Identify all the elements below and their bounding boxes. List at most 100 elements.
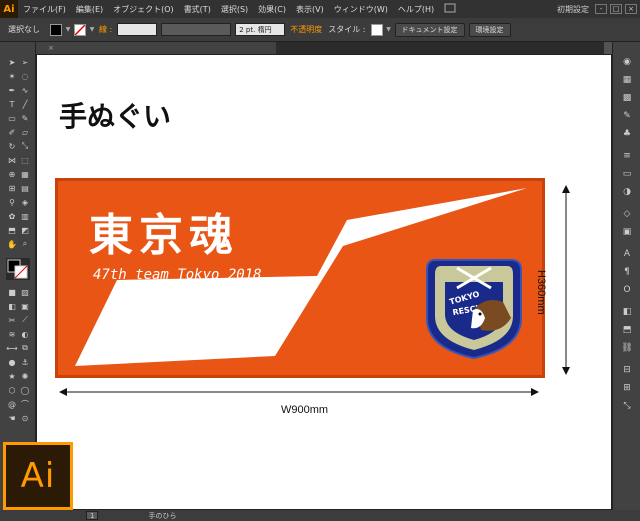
appearance-panel-icon[interactable]: ◇ — [621, 208, 633, 220]
magnify-tool-icon[interactable]: ⊙ — [19, 412, 31, 424]
mesh-tool-icon[interactable]: ⊞ — [6, 182, 18, 194]
color-mode-icon[interactable]: ■ — [6, 286, 18, 298]
maximize-button[interactable]: □ — [610, 4, 622, 14]
graphic-styles-panel-icon[interactable]: ▣ — [621, 226, 633, 238]
paintbrush-tool-icon[interactable]: ✎ — [19, 112, 31, 124]
chevron-down-icon[interactable]: ▼ — [88, 24, 96, 36]
type-tool-icon[interactable]: T — [6, 98, 18, 110]
symbols-panel-icon[interactable]: ♣ — [621, 128, 633, 140]
fill-stroke-icon[interactable] — [6, 258, 30, 280]
shape-builder-tool-icon[interactable]: ⊕ — [6, 168, 18, 180]
perspective-grid-tool-icon[interactable]: ▦ — [19, 168, 31, 180]
menu-help[interactable]: ヘルプ(H) — [393, 4, 439, 15]
gradient-mode-icon[interactable]: ▨ — [19, 286, 31, 298]
warp-tool-icon[interactable]: ≋ — [6, 328, 18, 340]
gradient-panel-icon[interactable]: ▭ — [621, 168, 633, 180]
paragraph-panel-icon[interactable]: ¶ — [621, 266, 633, 278]
stroke-weight-field[interactable] — [117, 23, 158, 36]
line-tool-icon[interactable]: ╱ — [19, 98, 31, 110]
selection-tool-icon[interactable]: ➤ — [6, 56, 18, 68]
menu-select[interactable]: 選択(S) — [216, 4, 253, 15]
menu-effect[interactable]: 効果(C) — [253, 4, 291, 15]
tenugui-design[interactable]: 東京魂 47th team Tokyo 2018 TOKYO RESCUE — [55, 178, 545, 378]
artboard-heading: 手ぬぐい — [59, 100, 172, 133]
variable-width-field[interactable] — [161, 23, 232, 36]
menu-view[interactable]: 表示(V) — [291, 4, 329, 15]
arc-tool-icon[interactable]: ⌒ — [19, 398, 31, 410]
brushes-panel-icon[interactable]: ✎ — [621, 110, 633, 122]
stroke-swatch[interactable] — [74, 23, 86, 36]
width-tool-icon[interactable]: ⋈ — [6, 154, 18, 166]
rotate-tool-icon[interactable]: ↻ — [6, 140, 18, 152]
magic-wand-tool-icon[interactable]: ✶ — [6, 70, 18, 82]
pathfinder-panel-icon[interactable]: ⊞ — [621, 382, 633, 394]
print-tiling-tool-icon[interactable]: ⧉ — [19, 342, 31, 354]
workspace-switcher[interactable]: 初期設定 — [551, 4, 595, 15]
opacity-label[interactable]: 不透明度 — [287, 24, 325, 35]
links-panel-icon[interactable]: ⛓ — [621, 342, 633, 354]
color-panel-icon[interactable]: ◉ — [621, 56, 633, 68]
layers-panel-icon[interactable]: ◧ — [621, 306, 633, 318]
fill-swatch[interactable] — [50, 23, 62, 36]
scale-tool-icon[interactable]: ⤡ — [19, 140, 31, 152]
column-graph-tool-icon[interactable]: ▥ — [19, 210, 31, 222]
blend-tool-icon[interactable]: ◈ — [19, 196, 31, 208]
chevron-down-icon[interactable]: ▼ — [64, 24, 72, 36]
menu-type[interactable]: 書式(T) — [179, 4, 216, 15]
brush-field[interactable]: 2 pt. 楕円 — [235, 23, 286, 36]
ellipse-tool-icon[interactable]: ◯ — [19, 384, 31, 396]
artboard-navigator[interactable]: 1 — [86, 511, 99, 520]
scissors-tool-icon[interactable]: ✂ — [6, 314, 18, 326]
eyedropper-tool-icon[interactable]: ⚲ — [6, 196, 18, 208]
live-paint-tool-icon[interactable]: ◐ — [19, 328, 31, 340]
close-icon[interactable]: × — [44, 44, 54, 52]
transform-panel-icon[interactable]: ⤡ — [621, 400, 633, 412]
lasso-tool-icon[interactable]: ◌ — [19, 70, 31, 82]
close-button[interactable]: × — [625, 4, 637, 14]
free-transform-tool-icon[interactable]: ⬚ — [19, 154, 31, 166]
hand-tool-icon[interactable]: ✋ — [6, 238, 18, 250]
opentype-panel-icon[interactable]: O — [621, 284, 633, 296]
screen-mode-icon[interactable]: ▣ — [19, 300, 31, 312]
hand-tool-active-icon[interactable]: ☚ — [6, 412, 18, 424]
curvature-tool-icon[interactable]: ∿ — [19, 84, 31, 96]
chevron-down-icon[interactable]: ▼ — [385, 24, 393, 36]
star-tool-icon[interactable]: ★ — [6, 370, 18, 382]
bridge-icon[interactable] — [439, 3, 461, 15]
artboard[interactable]: 手ぬぐい 東京魂 47th team Tokyo 2018 TOKYO RESC… — [36, 54, 612, 510]
preferences-button[interactable]: 環境設定 — [468, 22, 511, 37]
measure-tool-icon[interactable]: ⟷ — [6, 342, 18, 354]
artboard-tool-icon[interactable]: ⬒ — [6, 224, 18, 236]
draw-normal-icon[interactable]: ◧ — [6, 300, 18, 312]
align-panel-icon[interactable]: ⊟ — [621, 364, 633, 376]
minimize-button[interactable]: - — [595, 4, 607, 14]
style-swatch[interactable] — [370, 23, 383, 36]
stroke-panel-icon[interactable]: ≡ — [621, 150, 633, 162]
menu-file[interactable]: ファイル(F) — [18, 4, 71, 15]
flare-tool-icon[interactable]: ✺ — [19, 370, 31, 382]
swatches-panel-icon[interactable]: ▩ — [621, 92, 633, 104]
pencil-tool-icon[interactable]: ✐ — [6, 126, 18, 138]
polygon-tool-icon[interactable]: ⬡ — [6, 384, 18, 396]
menu-window[interactable]: ウィンドウ(W) — [329, 4, 393, 15]
rectangle-tool-icon[interactable]: ▭ — [6, 112, 18, 124]
color-guide-icon[interactable]: ▦ — [621, 74, 633, 86]
document-settings-button[interactable]: ドキュメント設定 — [394, 22, 465, 37]
direct-selection-tool-icon[interactable]: ➢ — [19, 56, 31, 68]
symbol-sprayer-tool-icon[interactable]: ✿ — [6, 210, 18, 222]
menu-object[interactable]: オブジェクト(O) — [108, 4, 179, 15]
slice-tool-icon[interactable]: ◩ — [19, 224, 31, 236]
blob-brush-tool-icon[interactable]: ● — [6, 356, 18, 368]
spiral-tool-icon[interactable]: @ — [6, 398, 18, 410]
knife-tool-icon[interactable]: ⟋ — [19, 314, 31, 326]
gradient-tool-icon[interactable]: ▤ — [19, 182, 31, 194]
zoom-tool-icon[interactable]: ⌕ — [19, 238, 31, 250]
eraser-tool-icon[interactable]: ▱ — [19, 126, 31, 138]
document-tab[interactable]: × — [36, 42, 276, 54]
anchor-tool-icon[interactable]: ⚓ — [19, 356, 31, 368]
pen-tool-icon[interactable]: ✒ — [6, 84, 18, 96]
artboards-panel-icon[interactable]: ⬒ — [621, 324, 633, 336]
character-panel-icon[interactable]: A — [621, 248, 633, 260]
menu-edit[interactable]: 編集(E) — [71, 4, 108, 15]
transparency-panel-icon[interactable]: ◑ — [621, 186, 633, 198]
